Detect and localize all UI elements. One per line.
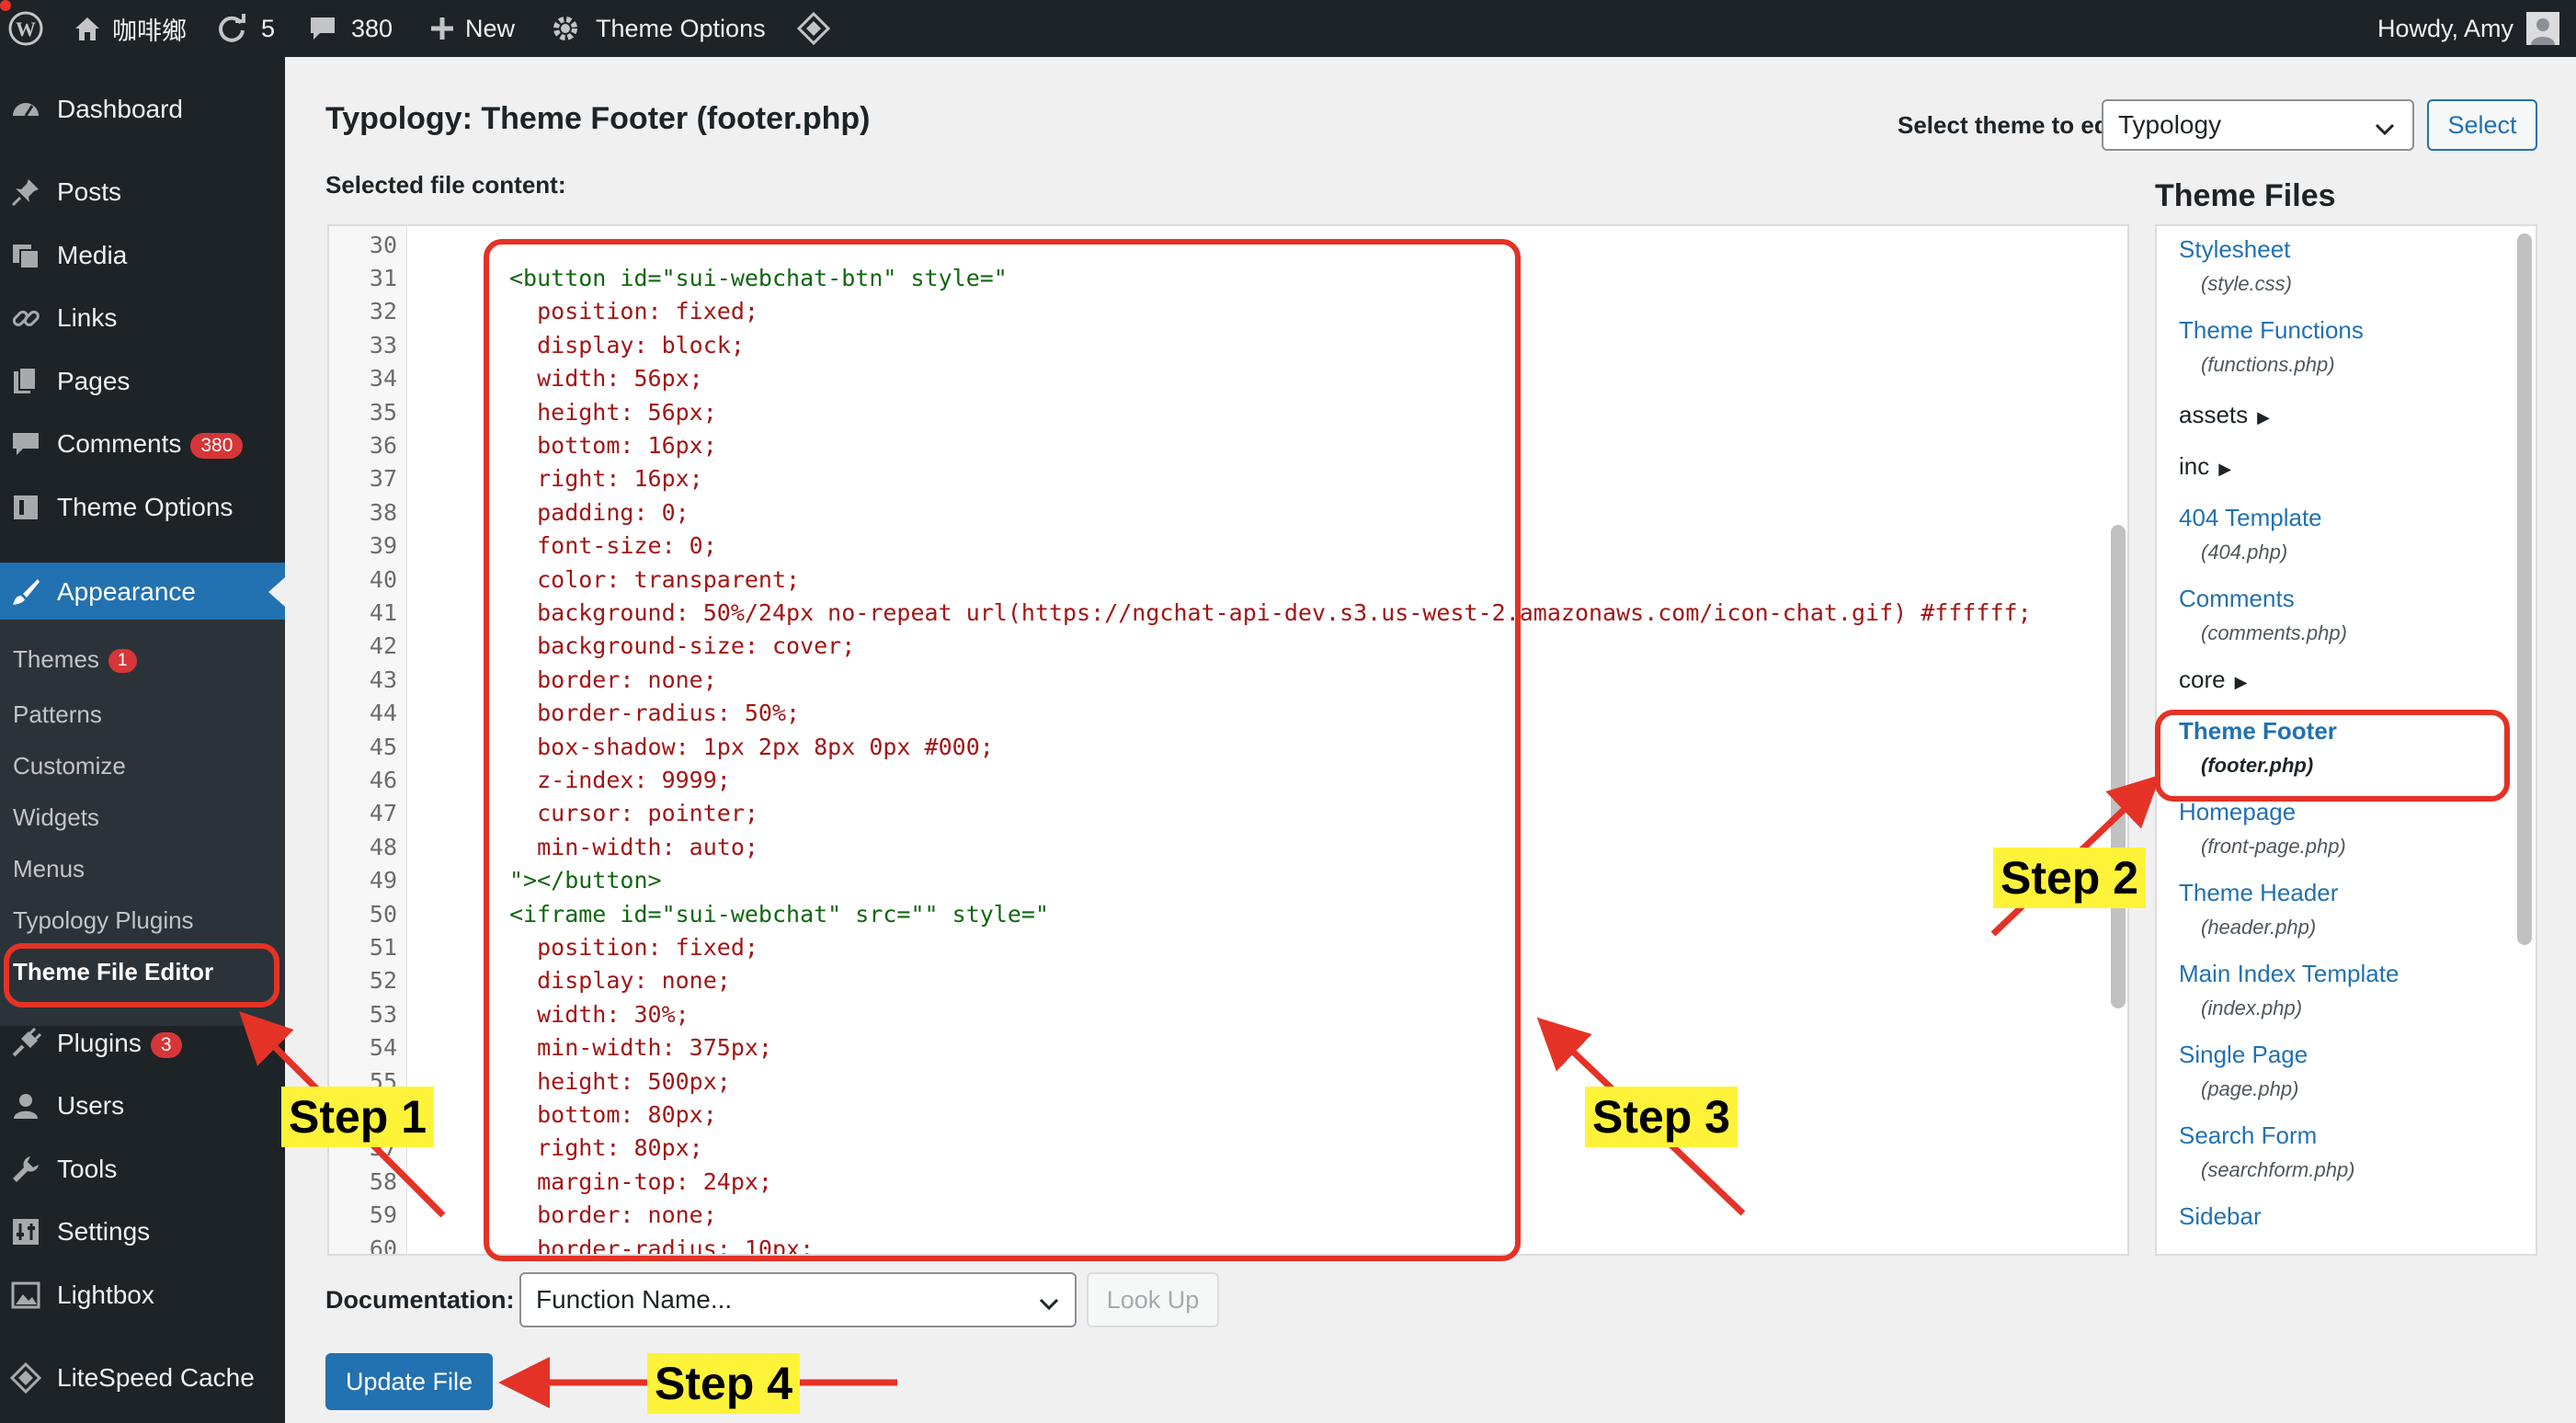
step4-label: Step 4 <box>647 1353 801 1414</box>
step2-label: Step 2 <box>1993 848 2147 908</box>
step1-label: Step 1 <box>281 1087 435 1147</box>
step3-label: Step 3 <box>1585 1087 1738 1147</box>
annotation-arrows <box>239 774 2161 1408</box>
